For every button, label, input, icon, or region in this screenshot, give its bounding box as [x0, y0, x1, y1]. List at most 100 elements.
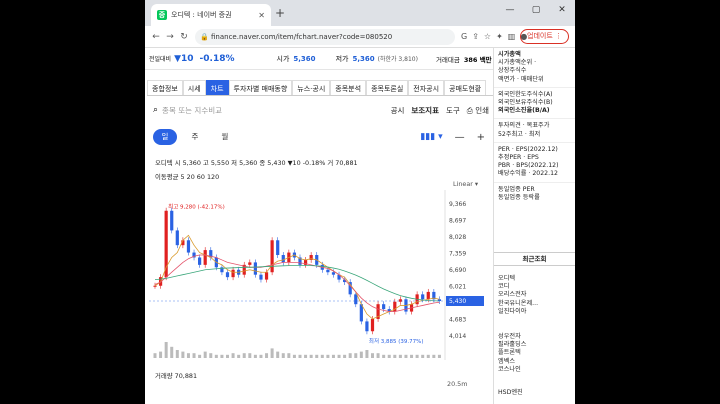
menu-chart[interactable]: 차트	[205, 80, 229, 95]
volume-bar	[365, 350, 369, 358]
volume-bar	[309, 354, 313, 358]
menu-short-selling[interactable]: 공매도현황	[444, 80, 487, 95]
chart-search-row: ⌕ 종목 또는 지수비교 공시 보조지표 도구 ⎙ 인쇄	[153, 102, 493, 118]
chart-tools: 공시 보조지표 도구 ⎙ 인쇄	[391, 105, 489, 116]
volume-bar	[265, 353, 269, 358]
forward-icon[interactable]: →	[163, 32, 177, 42]
recent-item[interactable]: 코스나인	[498, 366, 526, 374]
print-button[interactable]: ⎙ 인쇄	[467, 105, 489, 116]
period-day-button[interactable]: 일	[153, 129, 177, 145]
maximize-button[interactable]: ▢	[523, 0, 549, 22]
volume-bar	[315, 354, 319, 358]
sector-section: 동일업종 PER 동일업종 등락률	[494, 181, 575, 205]
volume-bar	[304, 354, 308, 358]
volume-bar	[231, 353, 235, 358]
menu-news[interactable]: 뉴스·공시	[292, 80, 331, 95]
search-icon[interactable]: ⌕	[153, 105, 158, 115]
volume-bar	[159, 351, 163, 358]
volume-bar	[226, 354, 229, 358]
bookmark-star-icon[interactable]: ☆	[484, 32, 491, 41]
candle-body	[331, 272, 336, 275]
recent-item[interactable]: 일진다이아	[498, 308, 538, 316]
volume-bar	[248, 353, 252, 358]
recent-list: 오디텍 코디 오리스전자 한국유니온제... 일진다이아	[494, 272, 542, 319]
candle-body	[370, 318, 375, 332]
candle-body	[259, 274, 263, 280]
extension-icon[interactable]: ✦	[496, 32, 503, 41]
menu-analysis[interactable]: 종목분석	[330, 80, 367, 95]
change-label: 전일대비	[149, 56, 172, 63]
volume-bar	[192, 353, 196, 358]
dividend-yield: 배당수익률 · 2022.12	[498, 170, 558, 178]
sidebar-icon[interactable]: ▥	[508, 32, 516, 41]
tab-close-icon[interactable]: ✕	[258, 11, 265, 20]
est-per: 추정PER · EPS	[498, 154, 539, 162]
reload-icon[interactable]: ↻	[177, 32, 191, 42]
candle-body	[231, 269, 235, 278]
change-pct: -0.18%	[199, 53, 235, 64]
menu-quote[interactable]: 시세	[182, 80, 206, 95]
print-icon: ⎙	[466, 105, 473, 115]
disclosure-button[interactable]: 공시	[391, 105, 405, 116]
browser-tab[interactable]: 증 오디텍 : 네이버 증권 ✕	[151, 4, 271, 26]
scale-selector[interactable]: Linear ▾	[453, 180, 478, 188]
foreign-ratio: 외국인소진율(B/A)	[498, 107, 550, 115]
y-tick-label: 6,690	[449, 267, 466, 274]
volume-bar	[175, 350, 179, 358]
close-window-button[interactable]: ✕	[549, 0, 575, 22]
recent-item[interactable]: 플트론텍	[498, 349, 526, 357]
volume-bar	[242, 353, 246, 358]
stock-menu: 종합정보 시세 차트 투자자별 매매동향 뉴스·공시 종목분석 종목토론실 전자…	[147, 80, 493, 96]
menu-investor[interactable]: 투자자별 매매동향	[228, 80, 293, 95]
price-chart[interactable]: 9,366 8,697 8,028 7,359 6,690 6,021 4,683 4,014…	[145, 190, 493, 360]
limit-down: (하한가 3,810)	[377, 56, 418, 63]
zoom-out-button[interactable]: —	[455, 132, 465, 143]
week52-range: 52주최고 · 최저	[498, 130, 541, 138]
menu-disclosure[interactable]: 전자공시	[408, 80, 445, 95]
compare-search-input[interactable]: 종목 또는 지수비교	[162, 105, 222, 116]
update-button[interactable]: 업데이트 ⋮	[520, 29, 569, 44]
zoom-in-button[interactable]: +	[477, 132, 485, 143]
minimize-button[interactable]: —	[497, 0, 523, 22]
volume-bar	[320, 354, 324, 358]
volume-bar	[359, 351, 363, 358]
opinion-section: 투자의견 · 목표주가 52주최고 · 최저	[494, 118, 575, 141]
volume-bar	[415, 354, 419, 358]
recent-item[interactable]: 한국유니온제...	[498, 300, 538, 308]
trade-amount: 386 백만	[463, 55, 492, 64]
volume-axis-label: 20.5m	[447, 380, 468, 388]
recent-item[interactable]: 성우전자	[498, 333, 526, 341]
menu-overview[interactable]: 종합정보	[147, 80, 183, 95]
candle-body	[225, 272, 230, 278]
share-icon[interactable]: ⇪	[472, 32, 479, 41]
candle-type-icon[interactable]: ▮▮▮ ▾	[420, 132, 442, 142]
quote-name: 오디텍	[155, 159, 173, 167]
bottom-item[interactable]: HSD엔진	[494, 386, 527, 400]
indicator-button[interactable]: 보조지표	[411, 105, 439, 116]
back-icon[interactable]: ←	[149, 32, 163, 42]
target-price: 투자의견 · 목표주가	[498, 122, 550, 130]
recent-item[interactable]: 필라훌딩스	[498, 341, 526, 349]
candle-body	[426, 291, 430, 300]
recent-item[interactable]: 엠벡스	[498, 358, 526, 366]
menu-discussion[interactable]: 종목토론실	[366, 80, 409, 95]
period-month-button[interactable]: 월	[213, 129, 237, 145]
recent-item[interactable]: 오리스전자	[498, 291, 538, 299]
foreign-section: 외국인한도주식수(A) 외국인보유주식수(B) 외국인소진율(B/A)	[494, 86, 575, 119]
period-week-button[interactable]: 주	[183, 129, 207, 145]
current-price-label: 5,430	[449, 298, 466, 305]
volume-bar	[253, 354, 257, 358]
open-label: 시가	[276, 54, 290, 63]
volume-bar	[237, 354, 241, 358]
candle-body	[203, 250, 207, 265]
low-annotation: 최저 3,885 (39.77%)	[369, 337, 424, 345]
google-icon[interactable]: G	[461, 32, 467, 41]
new-tab-button[interactable]: +	[275, 6, 285, 20]
candle-body	[326, 269, 330, 273]
url-text: finance.naver.com/item/fchart.naver?code…	[211, 32, 393, 41]
tab-title: 오디텍 : 네이버 증권	[171, 11, 232, 19]
update-button-label: 업데이트	[527, 32, 553, 40]
tool-button[interactable]: 도구	[446, 105, 460, 116]
url-field[interactable]: 🔒 finance.naver.com/item/fchart.naver?co…	[195, 28, 455, 45]
recent-item[interactable]: 오디텍	[498, 275, 538, 283]
